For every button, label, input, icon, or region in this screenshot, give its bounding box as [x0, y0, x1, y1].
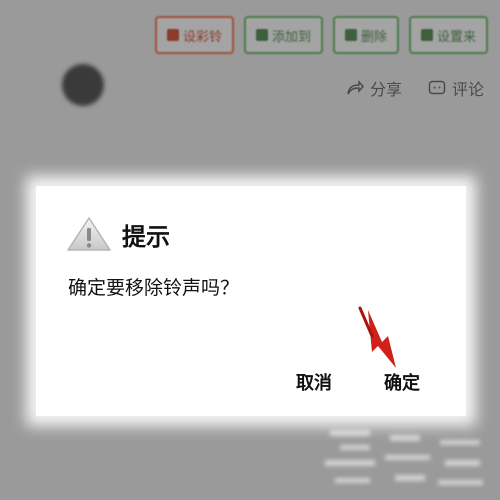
set-ringback-label: 设彩铃	[182, 29, 222, 45]
annotation-arrow-icon	[358, 306, 396, 368]
avatar[interactable]	[62, 64, 104, 106]
dialog-message: 确定要移除铃声吗？	[68, 277, 240, 299]
delete-button[interactable]: 删除	[332, 16, 399, 54]
comment-label: 评论	[451, 80, 484, 99]
add-to-button[interactable]: 添加到	[243, 16, 323, 54]
top-toolbar: 设彩铃 添加到 删除 设置来	[154, 16, 488, 54]
comment-button[interactable]: 评论	[428, 76, 484, 100]
plus-square-icon	[255, 29, 268, 41]
watermark-pattern	[325, 430, 483, 485]
set-ringtone-label: 设置来	[436, 29, 476, 45]
post-actions: 分享 评论	[346, 76, 484, 100]
phone-icon	[420, 29, 433, 41]
share-icon	[346, 80, 364, 96]
bell-icon	[166, 29, 179, 41]
author-row	[62, 64, 114, 106]
add-to-label: 添加到	[271, 29, 311, 45]
trash-icon	[344, 29, 357, 41]
confirm-dialog: 提示 确定要移除铃声吗？ 取消 确定	[36, 186, 466, 416]
delete-label: 删除	[360, 29, 387, 45]
dialog-title: 提示	[122, 222, 170, 251]
set-ringback-button[interactable]: 设彩铃	[154, 16, 234, 54]
comment-icon	[428, 80, 446, 96]
cancel-button[interactable]: 取消	[296, 369, 332, 395]
warning-icon	[66, 216, 112, 252]
share-button[interactable]: 分享	[346, 76, 402, 100]
share-label: 分享	[369, 80, 402, 99]
dialog-header: 提示	[66, 216, 170, 252]
set-ringtone-button[interactable]: 设置来	[408, 16, 488, 54]
